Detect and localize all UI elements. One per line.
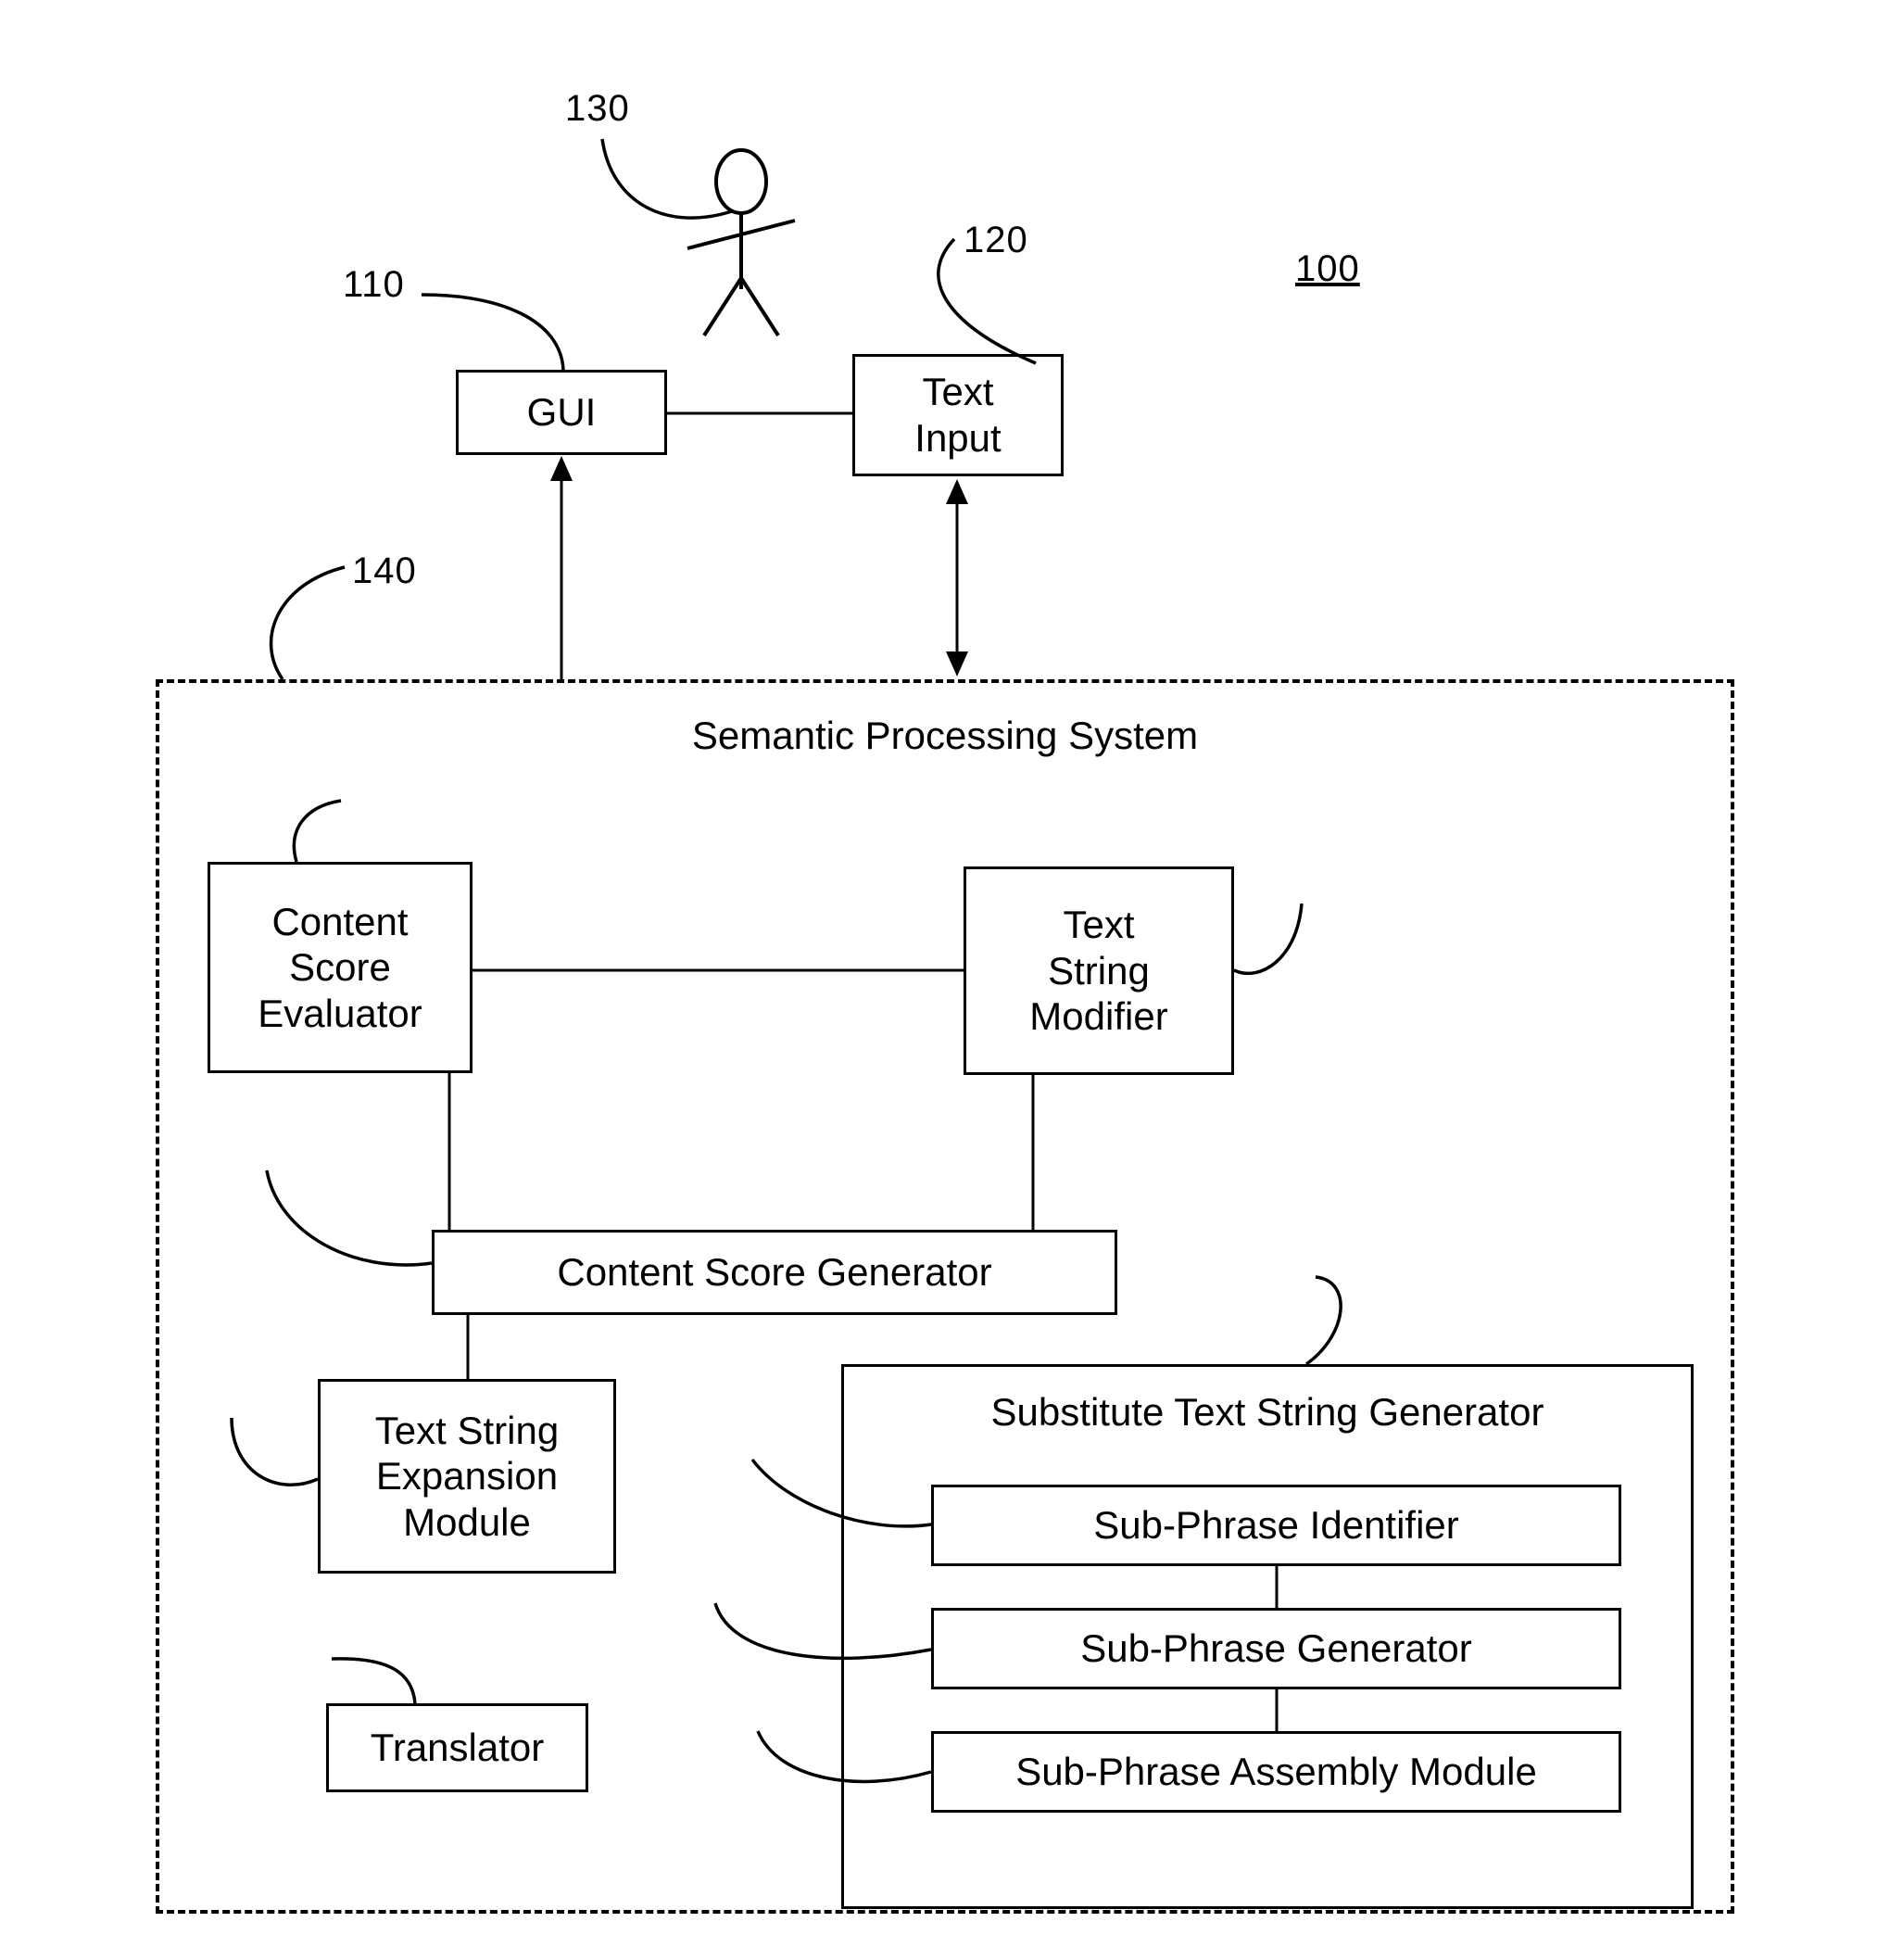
sub-phrase-identifier-label: Sub-Phrase Identifier (1093, 1503, 1459, 1548)
sub-phrase-assembly-module-label: Sub-Phrase Assembly Module (1015, 1750, 1537, 1794)
patent-figure: 130 110 120 100 140 170 160 150 180 165 … (0, 0, 1890, 1960)
text-input-block[interactable]: Text Input (852, 354, 1064, 476)
content-score-generator-label: Content Score Generator (557, 1250, 992, 1295)
ref-140: 140 (352, 550, 417, 591)
text-string-modifier-block[interactable]: Text String Modifier (964, 866, 1234, 1075)
gui-block-label: GUI (526, 390, 597, 435)
ref-120: 120 (964, 220, 1028, 260)
sub-phrase-assembly-module-block[interactable]: Sub-Phrase Assembly Module (931, 1731, 1621, 1813)
ref-130: 130 (565, 88, 630, 129)
sub-phrase-identifier-block[interactable]: Sub-Phrase Identifier (931, 1485, 1621, 1566)
content-score-generator-block[interactable]: Content Score Generator (432, 1230, 1117, 1315)
ref-100: 100 (1295, 248, 1360, 289)
content-score-evaluator-block[interactable]: Content Score Evaluator (208, 862, 472, 1073)
user-stick-figure (687, 148, 796, 337)
content-score-evaluator-label: Content Score Evaluator (258, 899, 422, 1035)
text-input-block-label: Text Input (914, 370, 1002, 460)
sub-phrase-generator-block[interactable]: Sub-Phrase Generator (931, 1608, 1621, 1689)
ref-110: 110 (343, 264, 405, 305)
sub-phrase-generator-label: Sub-Phrase Generator (1080, 1626, 1472, 1671)
substitute-text-string-generator-title: Substitute Text String Generator (990, 1390, 1544, 1434)
system-title: Semantic Processing System (691, 714, 1199, 757)
text-string-expansion-module-label: Text String Expansion Module (374, 1408, 560, 1544)
translator-block[interactable]: Translator (326, 1703, 588, 1792)
translator-label: Translator (370, 1726, 545, 1770)
text-string-modifier-label: Text String Modifier (1029, 903, 1168, 1039)
gui-block[interactable]: GUI (456, 370, 667, 455)
text-string-expansion-module-block[interactable]: Text String Expansion Module (318, 1379, 616, 1574)
